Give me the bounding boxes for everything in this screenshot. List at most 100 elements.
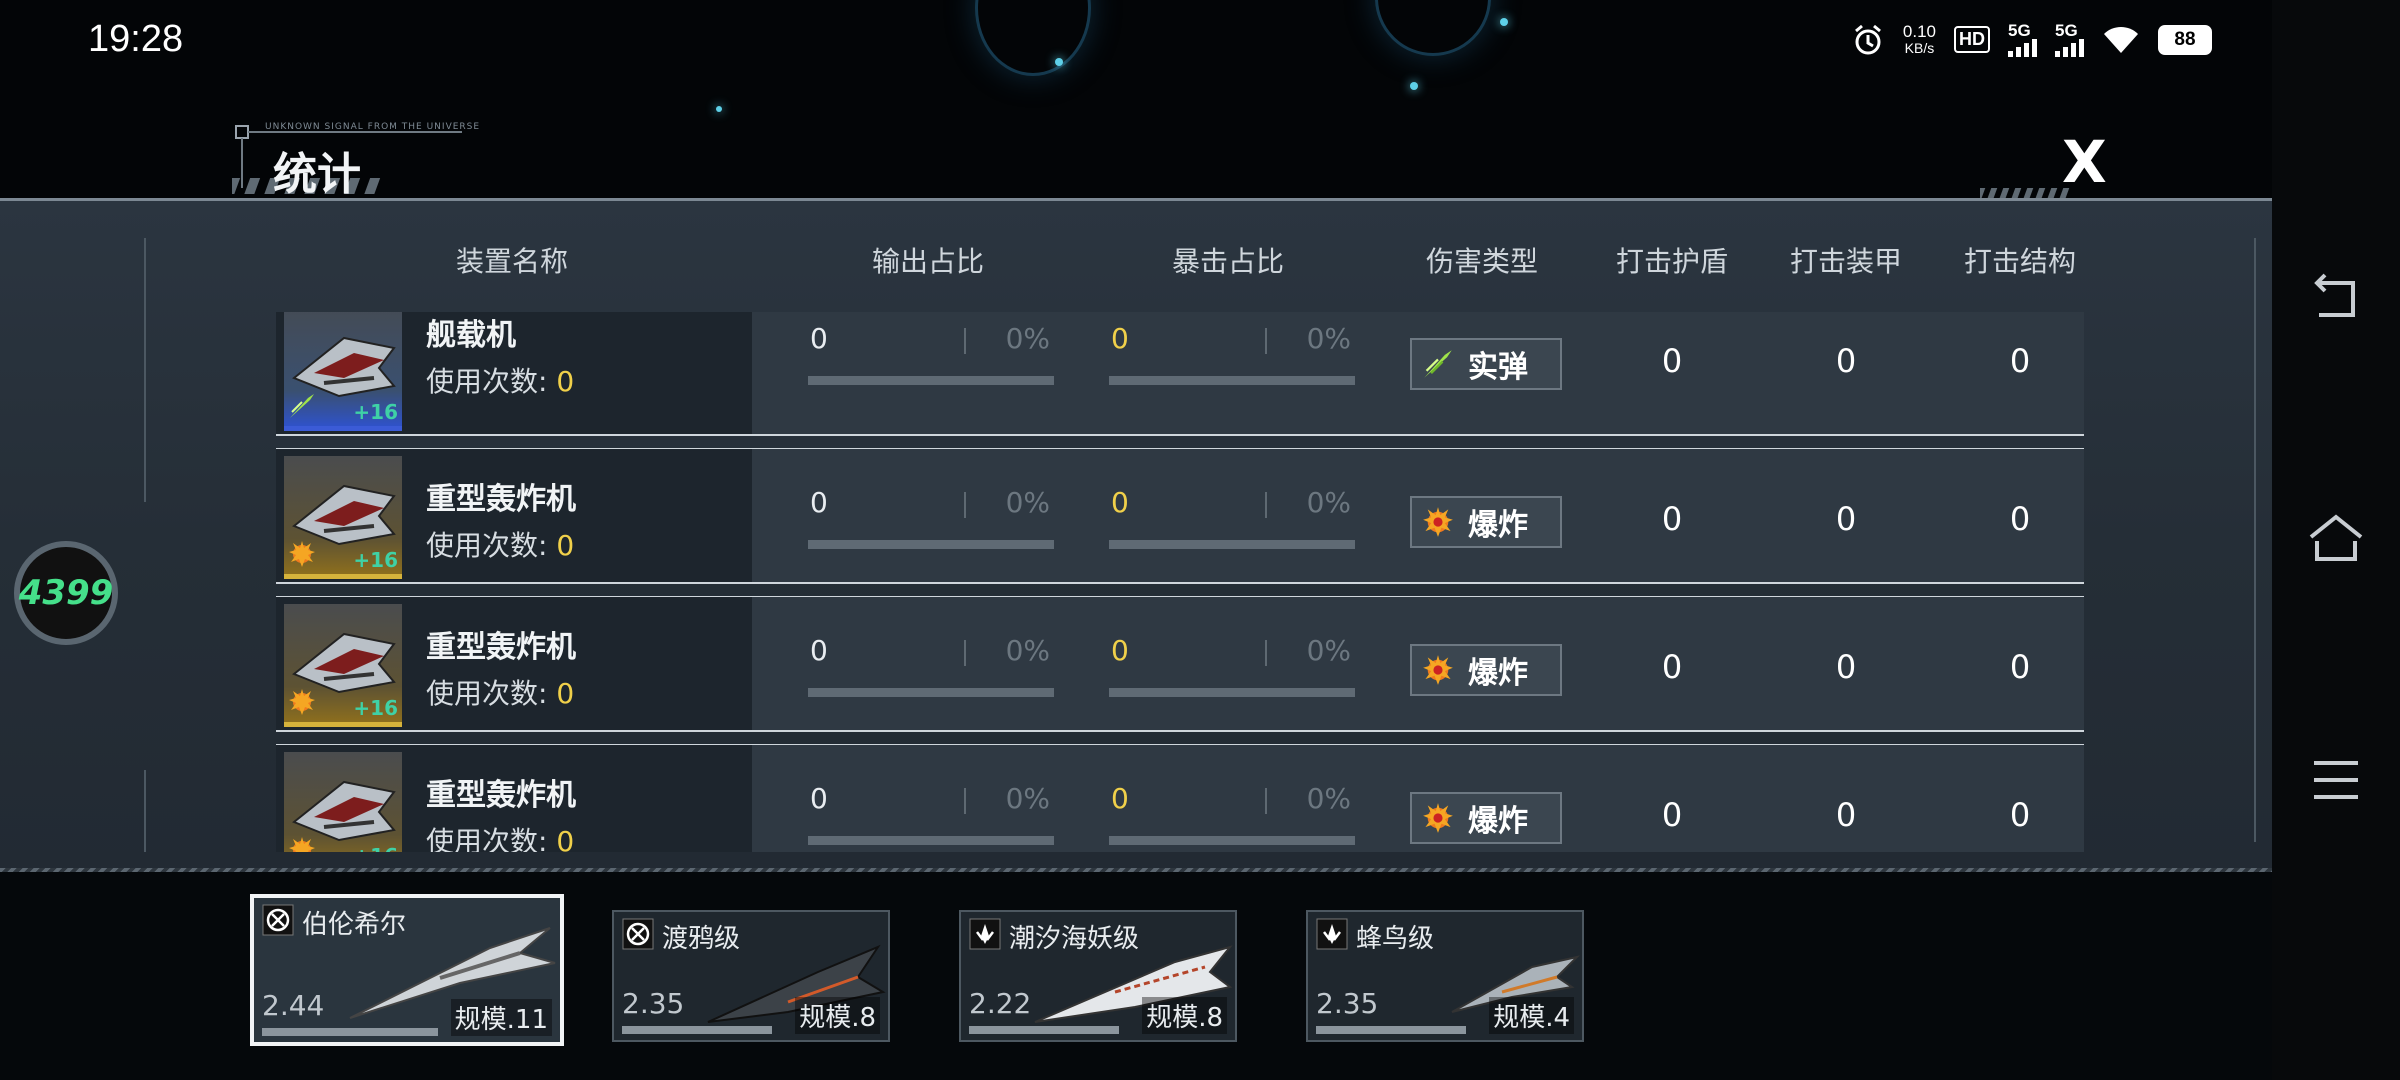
ship-scale: 规模.8 (795, 997, 880, 1034)
armor-value: 0 (1835, 342, 1857, 380)
crit-bar (1109, 688, 1355, 697)
damage-type-badge: 爆炸 (1410, 792, 1562, 844)
damage-type-label: 爆炸 (1468, 508, 1528, 543)
armor-value: 0 (1835, 796, 1857, 834)
crit-percent: 0% (1306, 322, 1351, 355)
explosion-icon (1423, 803, 1453, 833)
output-bar (808, 836, 1054, 845)
device-uses: 使用次数: 0 (426, 360, 574, 400)
device-uses: 使用次数: 0 (426, 524, 574, 564)
ship-card[interactable]: 潮汐海妖级 2.22 规模.8 (959, 910, 1237, 1042)
crit-percent: 0% (1306, 634, 1351, 667)
device-level: +16 (353, 844, 398, 852)
device-uses: 使用次数: 0 (426, 820, 574, 852)
ship-hp-bar (622, 1026, 772, 1034)
ship-scale: 规模.8 (1142, 997, 1227, 1034)
structure-value: 0 (2009, 796, 2031, 834)
crit-value: 0 (1111, 782, 1129, 815)
bg-star (1500, 18, 1508, 26)
page-title: 统计 (273, 149, 361, 200)
ship-card[interactable]: 蜂鸟级 2.35 规模.4 (1306, 910, 1584, 1042)
structure-value: 0 (2009, 342, 2031, 380)
table-row[interactable]: +16 重型轰炸机 使用次数: 0 0 0% 0 0% 爆炸 0 0 0 (276, 448, 2084, 584)
output-bar (808, 688, 1054, 697)
network-speed: 0.10 KB/s (1903, 23, 1936, 57)
device-level: +16 (353, 696, 398, 720)
output-share: 0 0% (808, 486, 1054, 556)
hd-badge: HD (1954, 26, 1990, 53)
output-share: 0 0% (808, 634, 1054, 704)
table-row[interactable]: +16 重型轰炸机 使用次数: 0 0 0% 0 0% 爆炸 0 0 0 (276, 596, 2084, 732)
status-icons: 0.10 KB/s HD 5G 5G 88 (1851, 22, 2212, 57)
home-icon (2309, 514, 2363, 561)
structure-value: 0 (2009, 500, 2031, 538)
device-thumbnail: +16 (284, 456, 402, 579)
signal-sim1: 5G (2008, 22, 2037, 57)
crit-share: 0 0% (1109, 322, 1355, 392)
crit-value: 0 (1111, 486, 1129, 519)
output-share: 0 0% (808, 322, 1054, 392)
uses-label: 使用次数: (426, 365, 548, 398)
device-thumbnail: +16 (284, 752, 402, 852)
output-percent: 0% (1005, 322, 1050, 355)
device-level: +16 (353, 400, 398, 424)
header-subtitle: UNKNOWN SIGNAL FROM THE UNIVERSE (265, 122, 481, 132)
uses-count: 0 (556, 825, 575, 852)
shield-value: 0 (1661, 648, 1683, 686)
output-percent: 0% (1005, 486, 1050, 519)
column-header-output: 输出占比 (871, 245, 985, 278)
shield-value: 0 (1661, 342, 1683, 380)
panel-border-right (2254, 238, 2256, 842)
bg-star (716, 106, 722, 112)
back-button[interactable] (2300, 260, 2372, 332)
uses-count: 0 (556, 529, 575, 562)
device-name: 重型轰炸机 (426, 778, 576, 813)
uses-count: 0 (556, 365, 575, 398)
sim1-label: 5G (2008, 21, 2031, 40)
wifi-icon (2104, 26, 2138, 53)
alarm-icon (1854, 24, 1881, 54)
bg-glow (1375, 0, 1491, 56)
ship-card[interactable]: 渡鸦级 2.35 规模.8 (612, 910, 890, 1042)
explosion-icon (289, 837, 315, 852)
panel-border-left (144, 238, 146, 502)
crit-bar (1109, 836, 1355, 845)
uses-label: 使用次数: (426, 825, 548, 852)
output-bar (808, 540, 1054, 549)
shield-value: 0 (1661, 796, 1683, 834)
close-decoration (1980, 188, 2070, 198)
output-value: 0 (810, 486, 828, 519)
crit-share: 0 0% (1109, 634, 1355, 704)
ship-hp-bar (969, 1026, 1119, 1034)
explosion-icon (1423, 507, 1453, 537)
explosion-icon (289, 689, 315, 715)
damage-type-badge: 爆炸 (1410, 496, 1562, 548)
bg-star (1410, 82, 1418, 90)
uses-label: 使用次数: (426, 677, 548, 710)
bg-glow (975, 0, 1091, 76)
device-thumbnail: +16 (284, 312, 402, 431)
floating-logo-button[interactable]: 4399 (14, 541, 118, 645)
ship-score: 2.22 (969, 987, 1032, 1020)
ship-hp-bar (262, 1028, 438, 1036)
output-value: 0 (810, 782, 828, 815)
damage-type-label: 爆炸 (1468, 656, 1528, 691)
menu-button[interactable] (2300, 744, 2372, 816)
column-header-crit: 暴击占比 (1171, 245, 1285, 278)
table-row[interactable]: +16 舰载机 使用次数: 0 0 0% 0 0% 实弹 0 0 0 (276, 312, 2084, 436)
explosion-icon (289, 541, 315, 567)
device-uses: 使用次数: 0 (426, 672, 574, 712)
crit-value: 0 (1111, 322, 1129, 355)
stats-table[interactable]: +16 舰载机 使用次数: 0 0 0% 0 0% 实弹 0 0 0 +16 重型轰… (276, 312, 2084, 852)
structure-value: 0 (2009, 648, 2031, 686)
signal-sim2: 5G (2055, 22, 2084, 57)
column-header-damage-type: 伤害类型 (1425, 245, 1539, 278)
home-button[interactable] (2300, 502, 2372, 574)
signal-bars-icon (2008, 39, 2037, 57)
speed-value: 0.10 (1902, 21, 1936, 41)
table-row[interactable]: +16 重型轰炸机 使用次数: 0 0 0% 0 0% 爆炸 0 0 0 (276, 744, 2084, 852)
damage-type-label: 实弹 (1468, 350, 1528, 385)
uses-count: 0 (556, 677, 575, 710)
ship-card[interactable]: 伯伦希尔 2.44 规模.11 (250, 894, 564, 1046)
device-level: +16 (353, 548, 398, 572)
